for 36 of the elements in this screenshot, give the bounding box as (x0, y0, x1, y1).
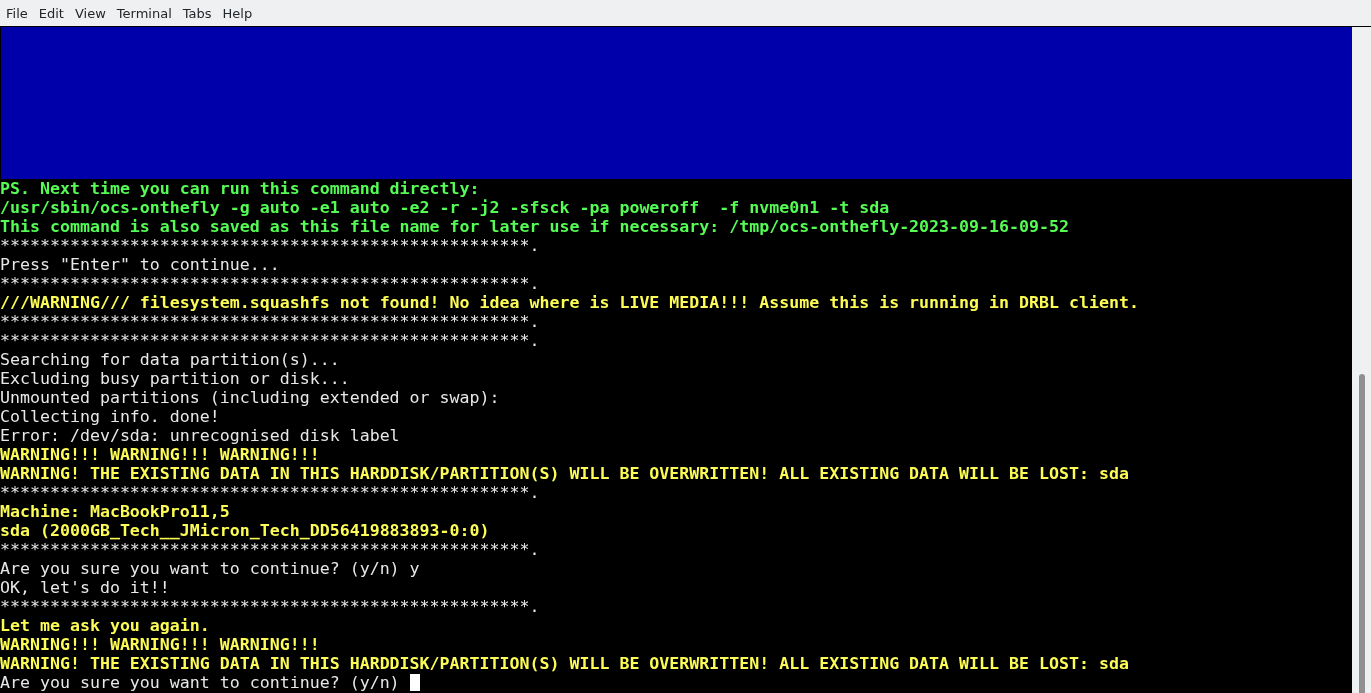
terminal-line: sda (2000GB_Tech__JMicron_Tech_DD56419883893-0:0) (0, 521, 490, 540)
menu-item[interactable]: File (6, 5, 33, 21)
terminal-line: PS. Next time you can run this command directly: (0, 179, 480, 198)
terminal-line: *****************************************************. (0, 274, 540, 293)
terminal-screen[interactable] (0, 27, 1352, 693)
terminal-line: This command is also saved as this file name for later use if necessary: /tmp/ocs-onthefly-2023-09-16-09-52 (0, 217, 1069, 236)
terminal-line: *****************************************************. (0, 312, 540, 331)
terminal-line: Searching for data partition(s)... (0, 350, 340, 369)
terminal-line: Let me ask you again. (0, 616, 210, 635)
terminal-line: OK, let's do it!! (0, 578, 170, 597)
terminal-line: Excluding busy partition or disk... (0, 369, 350, 388)
menu-item[interactable]: Help (222, 5, 258, 21)
terminal-line: ///WARNING/// filesystem.squashfs not found! No idea where is LIVE MEDIA!!! Assume this is running in DRBL client. (0, 293, 1139, 312)
terminal-line: WARNING!!! WARNING!!! WARNING!!! (0, 445, 320, 464)
terminal-line: *****************************************************. (0, 236, 540, 255)
menu-item[interactable]: View (74, 5, 111, 21)
terminal-line: Press "Enter" to continue... (0, 255, 280, 274)
menu-item[interactable]: Terminal (116, 5, 177, 21)
terminal-line: *****************************************************. (0, 331, 540, 350)
terminal-line: Machine: MacBookPro11,5 (0, 502, 230, 521)
text-cursor (409, 674, 420, 691)
terminal-line: *****************************************************. (0, 597, 540, 616)
terminal-line: *****************************************************. (0, 540, 540, 559)
terminal-line: WARNING! THE EXISTING DATA IN THIS HARDDISK/PARTITION(S) WILL BE OVERWRITTEN! ALL EXISTING DATA WILL BE LOST: sda (0, 464, 1129, 483)
terminal-line: WARNING! THE EXISTING DATA IN THIS HARDDISK/PARTITION(S) WILL BE OVERWRITTEN! ALL EXISTING DATA WILL BE LOST: sda (0, 654, 1129, 673)
terminal-line: Collecting info. done! (0, 407, 220, 426)
terminal-line: *****************************************************. (0, 483, 540, 502)
menu-item[interactable]: Edit (38, 5, 69, 21)
menu-item[interactable]: Tabs (182, 5, 217, 21)
terminal-line: Unmounted partitions (including extended or swap): (0, 388, 500, 407)
terminal-line: WARNING!!! WARNING!!! WARNING!!! (0, 635, 320, 654)
terminal-line: /usr/sbin/ocs-onthefly -g auto -e1 auto -e2 -r -j2 -sfsck -pa poweroff -f nvme0n1 -t sda (0, 198, 890, 217)
scrollbar-thumb[interactable] (1358, 374, 1365, 693)
terminal-line: Error: /dev/sda: unrecognised disk label (0, 426, 400, 445)
terminal-line: Are you sure you want to continue? (y/n) (0, 673, 401, 692)
terminal-line: Are you sure you want to continue? (y/n) y (0, 559, 420, 578)
